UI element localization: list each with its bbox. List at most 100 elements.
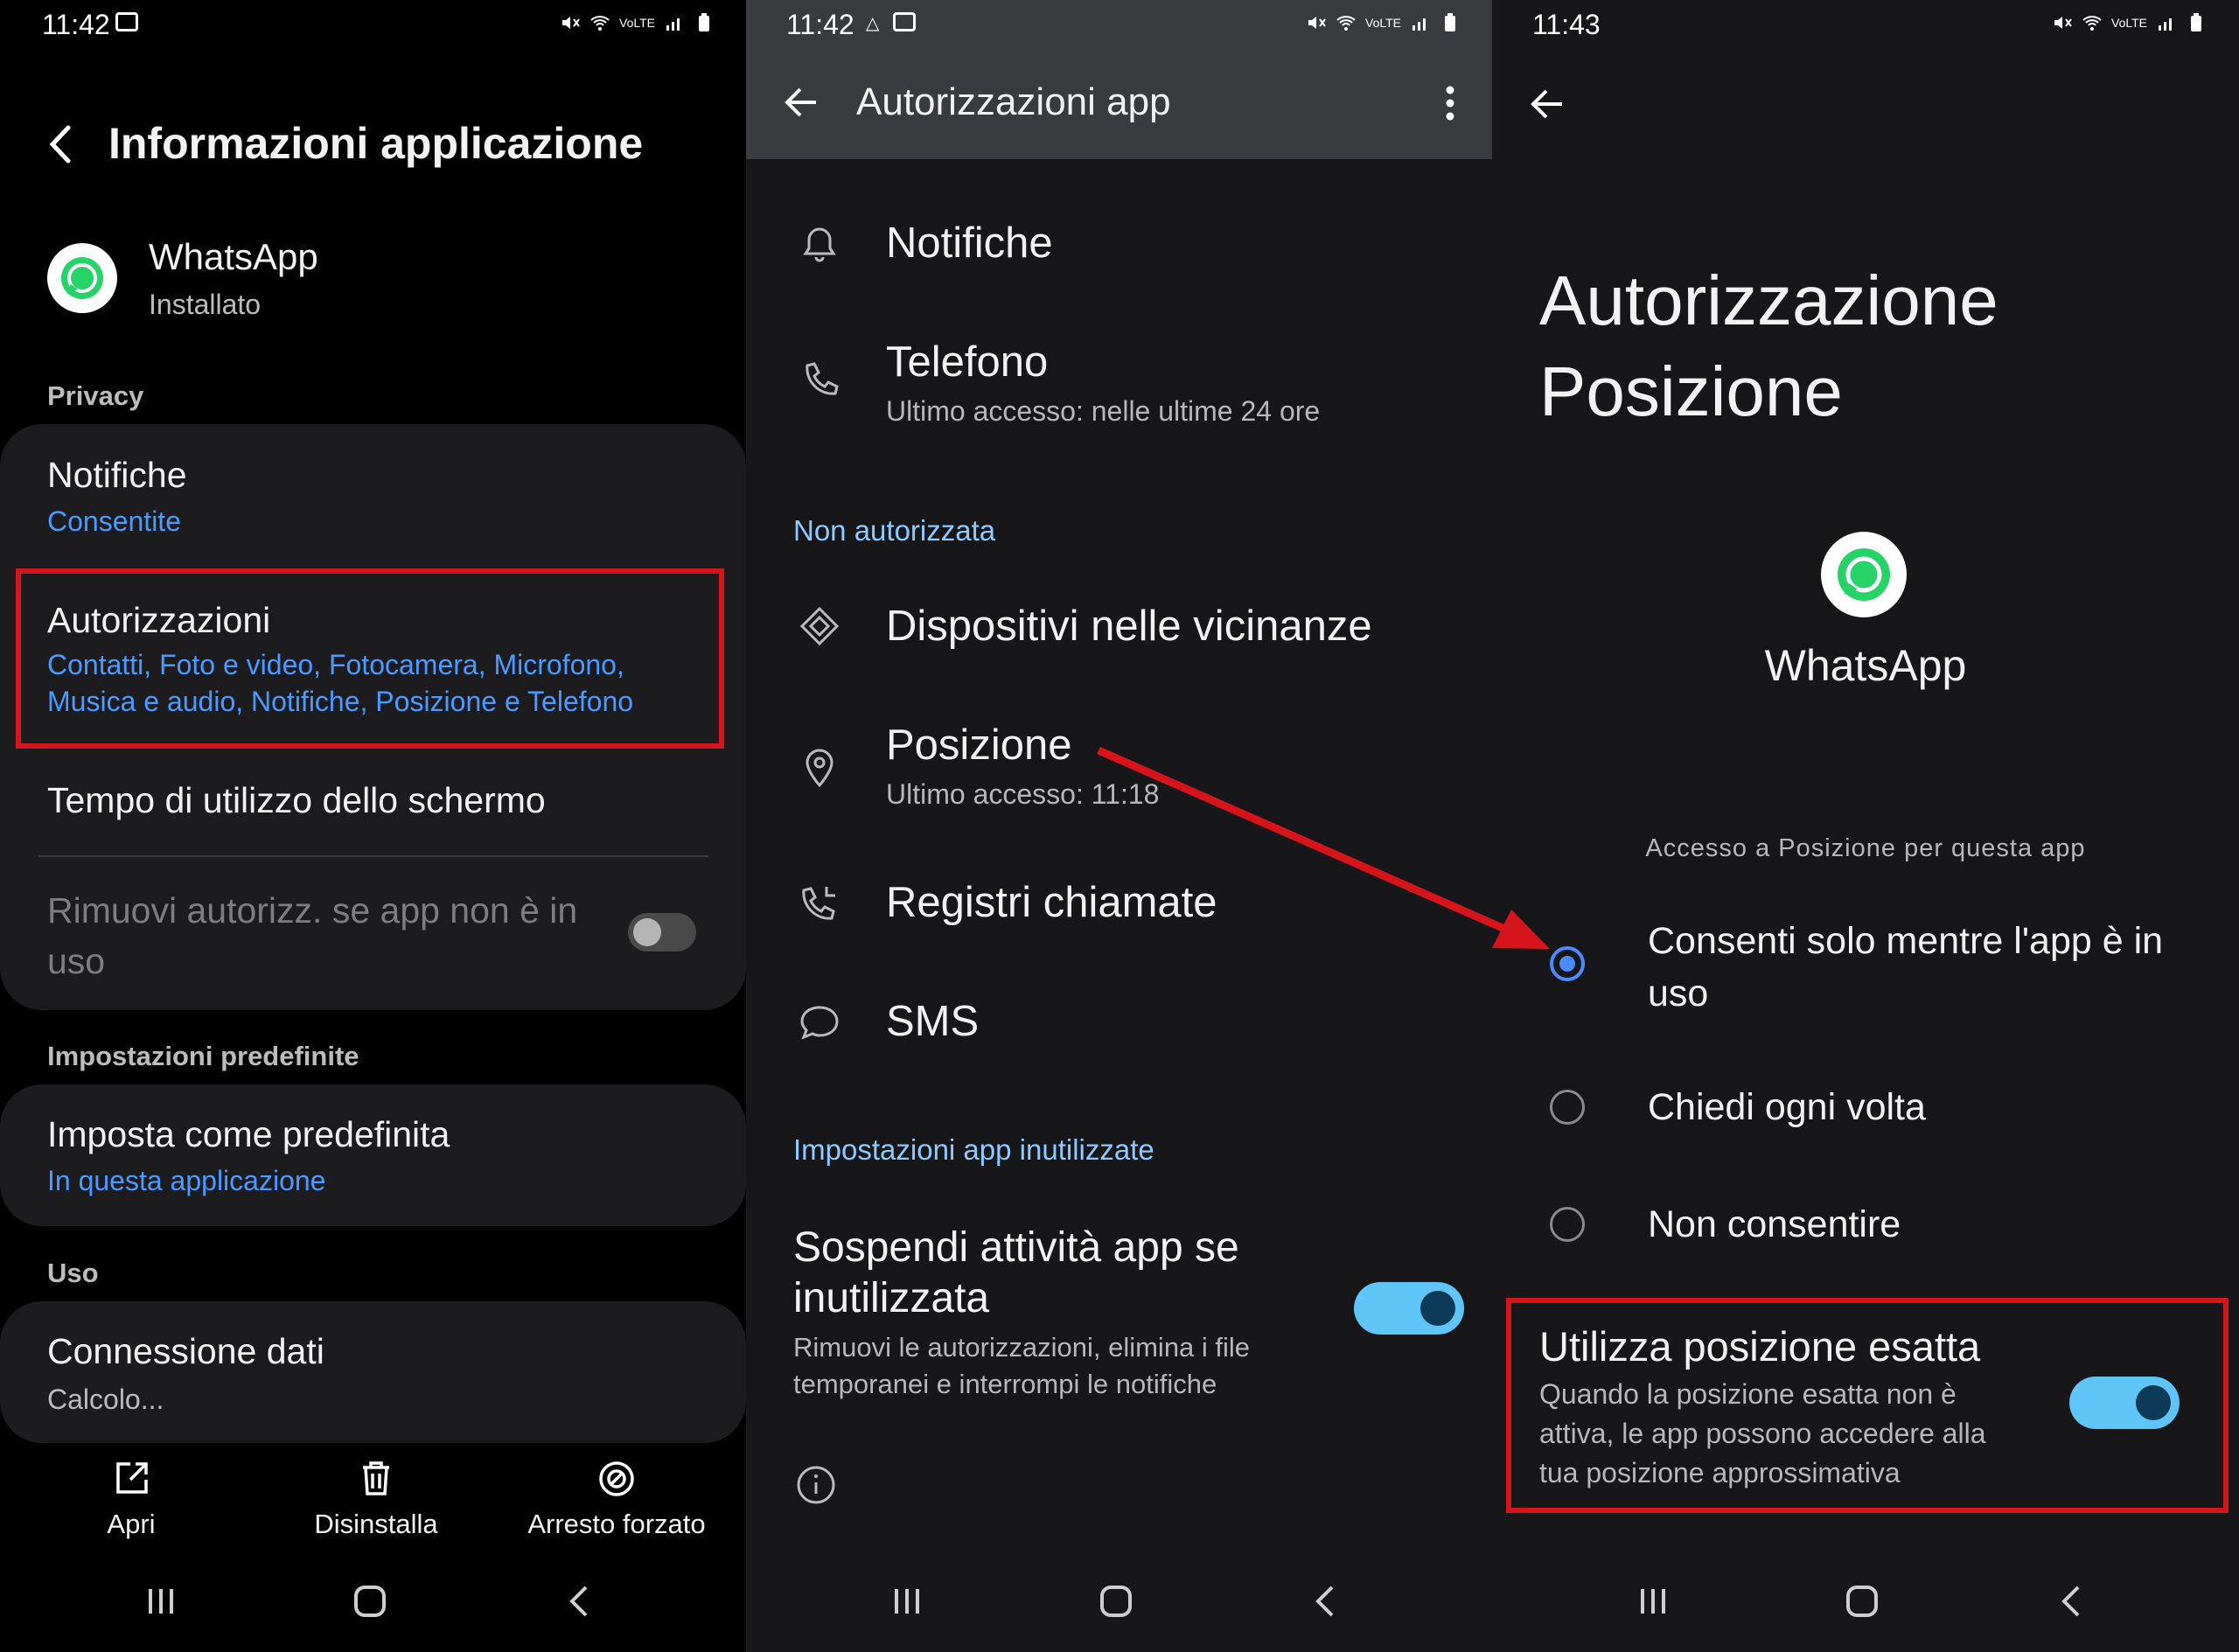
location-permission-screen: 11:43 VoLTE Autorizzazione Posizione What… (1492, 0, 2239, 1652)
battery-icon (1445, 13, 1455, 31)
data-connection-status: Calcolo... (47, 1384, 164, 1415)
status-bar: 11:43 VoLTE (1492, 5, 2239, 40)
precise-location-toggle[interactable] (2069, 1377, 2180, 1429)
back-arrow-icon[interactable] (1527, 84, 1567, 124)
home-icon[interactable] (1845, 1584, 1880, 1619)
pause-app-activity-toggle[interactable] (1354, 1282, 1464, 1335)
call-log-icon (802, 887, 835, 920)
permissions-list-line2: Musica e audio, Notifiche, Posizione e T… (47, 686, 634, 717)
back-arrow-icon[interactable] (781, 82, 821, 122)
navigation-bar (0, 1565, 746, 1652)
call-logs-permission[interactable]: Registri chiamate (886, 878, 1217, 927)
alert-icon: △ (866, 14, 880, 33)
force-stop-label: Arresto forzato (527, 1509, 706, 1539)
block-icon (599, 1461, 634, 1496)
nav-back-icon[interactable] (567, 1584, 593, 1619)
usage-section-header: Uso (47, 1258, 99, 1288)
access-label: Accesso a Posizione per questa app (1645, 834, 2086, 862)
radio-allow-while-in-use[interactable] (1550, 946, 1585, 981)
notifications-status: Consentite (47, 505, 181, 537)
home-icon[interactable] (1099, 1584, 1133, 1619)
uninstall-button[interactable]: Disinstalla (297, 1459, 455, 1540)
more-options-icon[interactable] (1444, 84, 1456, 122)
data-connection-item[interactable]: Connessione dati (47, 1331, 324, 1372)
divider (38, 855, 708, 857)
recents-icon[interactable] (1637, 1584, 1669, 1619)
app-name: WhatsApp (149, 236, 318, 277)
app-install-status: Installato (149, 289, 262, 320)
radio-deny[interactable] (1550, 1207, 1585, 1242)
precise-location-label[interactable]: Utilizza posizione esatta (1539, 1322, 1980, 1370)
home-icon[interactable] (352, 1584, 387, 1619)
nav-back-icon[interactable] (1313, 1584, 1339, 1619)
info-icon (797, 1466, 835, 1504)
usage-card (0, 1301, 746, 1443)
back-icon[interactable] (44, 122, 79, 166)
volte-lte-icon: VoLTE (2111, 16, 2147, 30)
location-pin-icon (806, 749, 834, 788)
trash-icon (363, 1461, 389, 1495)
sms-icon (800, 1006, 839, 1040)
app-name: WhatsApp (1764, 641, 1967, 690)
gallery-notification-icon (115, 12, 138, 31)
permissions-item[interactable]: Autorizzazioni (47, 600, 270, 641)
option-allow-while-in-use[interactable]: Consenti solo mentre l'app è in uso (1648, 915, 2163, 1020)
volte-lte-icon: VoLTE (1365, 16, 1401, 30)
whatsapp-app-icon (47, 243, 117, 313)
gallery-notification-icon (893, 12, 916, 31)
remove-permissions-toggle[interactable] (628, 913, 696, 951)
option-ask-every-time[interactable]: Chiedi ogni volta (1648, 1081, 1926, 1133)
status-time: 11:42 (42, 9, 110, 40)
page-title: Autorizzazione Posizione (1539, 261, 1998, 430)
location-last-access: Ultimo accesso: 11:18 (886, 778, 1160, 810)
force-stop-button[interactable]: Arresto forzato (516, 1459, 717, 1540)
mute-icon (2054, 17, 2072, 29)
status-bar: 11:42 VoLTE (0, 5, 746, 40)
screen-time-item[interactable]: Tempo di utilizzo dello schermo (47, 780, 546, 821)
bell-icon (803, 227, 836, 262)
open-button[interactable]: Apri (77, 1459, 185, 1540)
navigation-bar (746, 1565, 1492, 1652)
recents-icon[interactable] (145, 1584, 177, 1619)
phone-permission[interactable]: Telefono (886, 338, 1048, 387)
nearby-devices-icon (799, 606, 840, 646)
signal-icon (1412, 18, 1426, 31)
open-label: Apri (107, 1509, 156, 1539)
precise-location-description: Quando la posizione esatta non è attiva, … (1539, 1378, 1986, 1488)
phone-icon (806, 362, 839, 395)
privacy-section-header: Privacy (47, 380, 144, 411)
wifi-icon (2082, 16, 2102, 31)
status-icons: VoLTE (560, 12, 715, 33)
uninstall-label: Disinstalla (314, 1509, 438, 1539)
set-default-item[interactable]: Imposta come predefinita (47, 1114, 450, 1155)
page-title: Informazioni applicazione (108, 119, 644, 168)
status-time: 11:43 (1532, 9, 1601, 40)
not-allowed-header: Non autorizzata (793, 514, 996, 547)
notifications-label[interactable]: Notifiche (47, 455, 187, 496)
whatsapp-app-icon (1821, 532, 1907, 617)
app-permissions-screen: 11:42 △ VoLTE Autorizzazioni app Notific… (746, 0, 1492, 1652)
nav-back-icon[interactable] (2059, 1584, 2085, 1619)
status-icons: VoLTE (1306, 12, 1461, 33)
status-bar: 11:42 △ VoLTE (746, 5, 1492, 40)
option-deny[interactable]: Non consentire (1648, 1198, 1901, 1251)
wifi-icon (1336, 16, 1356, 31)
notifications-permission[interactable]: Notifiche (886, 219, 1053, 268)
default-settings-header: Impostazioni predefinite (47, 1041, 359, 1071)
page-title: Autorizzazioni app (856, 80, 1171, 123)
unused-apps-header: Impostazioni app inutilizzate (793, 1133, 1154, 1166)
mute-icon (1308, 17, 1326, 29)
status-time: 11:42 (786, 9, 854, 40)
volte-lte-icon: VoLTE (619, 16, 655, 30)
nearby-devices-permission[interactable]: Dispositivi nelle vicinanze (886, 602, 1372, 651)
signal-icon (666, 18, 680, 31)
signal-icon (2159, 18, 2172, 31)
set-default-status: In questa applicazione (47, 1165, 326, 1196)
recents-icon[interactable] (891, 1584, 923, 1619)
radio-ask-every-time[interactable] (1550, 1090, 1585, 1125)
location-permission[interactable]: Posizione (886, 721, 1071, 770)
app-info-screen: 11:42 VoLTE Informazioni applicazione Wh… (0, 0, 746, 1652)
pause-app-activity-label[interactable]: Sospendi attività app se inutilizzata (793, 1223, 1239, 1324)
battery-icon (2191, 13, 2201, 31)
sms-permission[interactable]: SMS (886, 997, 979, 1046)
